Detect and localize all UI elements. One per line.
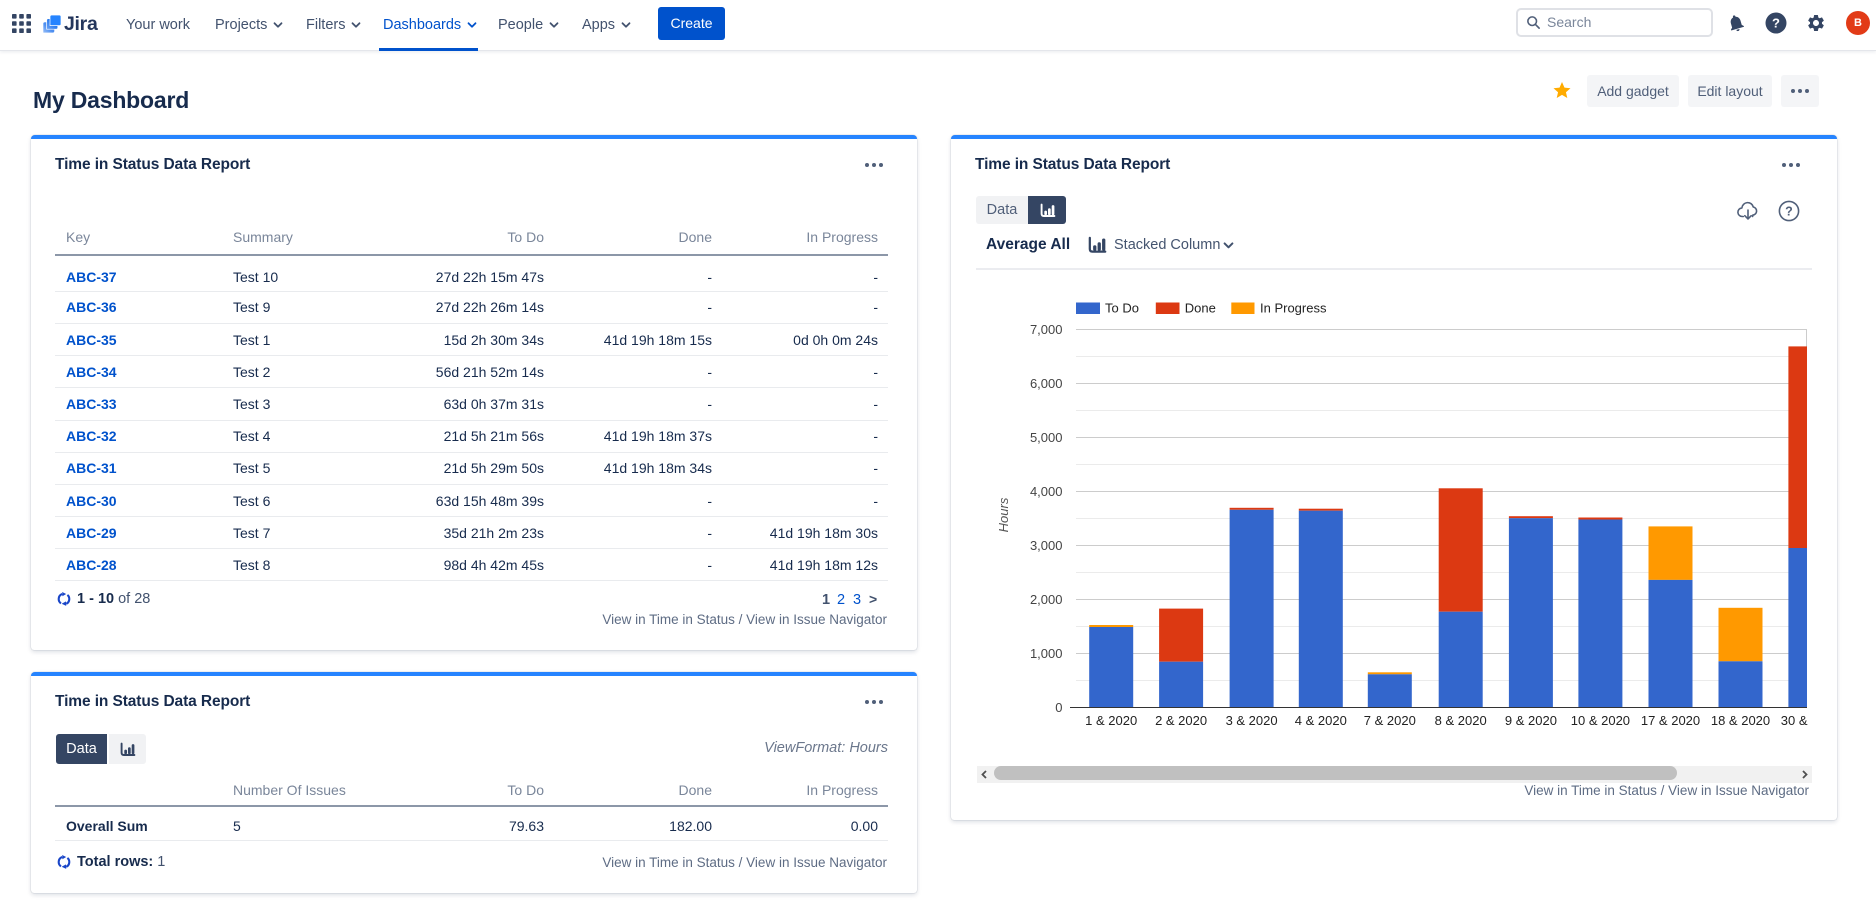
svg-text:?: ? [1785, 205, 1793, 219]
svg-text:4 & 2020: 4 & 2020 [1295, 713, 1347, 728]
svg-text:1 & 2020: 1 & 2020 [1085, 713, 1137, 728]
svg-text:3 & 2020: 3 & 2020 [1226, 713, 1278, 728]
svg-text:4,000: 4,000 [1030, 484, 1063, 499]
svg-text:Done: Done [1185, 301, 1216, 316]
svg-text:?: ? [1772, 16, 1780, 31]
svg-text:30 & 2020: 30 & 2020 [1781, 713, 1837, 728]
svg-text:To Do: To Do [1105, 301, 1139, 316]
svg-text:Hours: Hours [996, 497, 1011, 532]
svg-text:8 & 2020: 8 & 2020 [1435, 713, 1487, 728]
svg-text:In Progress: In Progress [1260, 301, 1327, 316]
svg-text:1,000: 1,000 [1030, 646, 1063, 661]
svg-text:0: 0 [1055, 700, 1062, 715]
svg-text:9 & 2020: 9 & 2020 [1505, 713, 1557, 728]
svg-text:2,000: 2,000 [1030, 592, 1063, 607]
svg-text:2 & 2020: 2 & 2020 [1155, 713, 1207, 728]
svg-text:6,000: 6,000 [1030, 376, 1063, 391]
svg-text:17 & 2020: 17 & 2020 [1641, 713, 1700, 728]
svg-text:10 & 2020: 10 & 2020 [1571, 713, 1630, 728]
svg-text:3,000: 3,000 [1030, 538, 1063, 553]
svg-text:7 & 2020: 7 & 2020 [1364, 713, 1416, 728]
svg-text:18 & 2020: 18 & 2020 [1711, 713, 1770, 728]
svg-text:5,000: 5,000 [1030, 430, 1063, 445]
svg-text:7,000: 7,000 [1030, 322, 1063, 337]
